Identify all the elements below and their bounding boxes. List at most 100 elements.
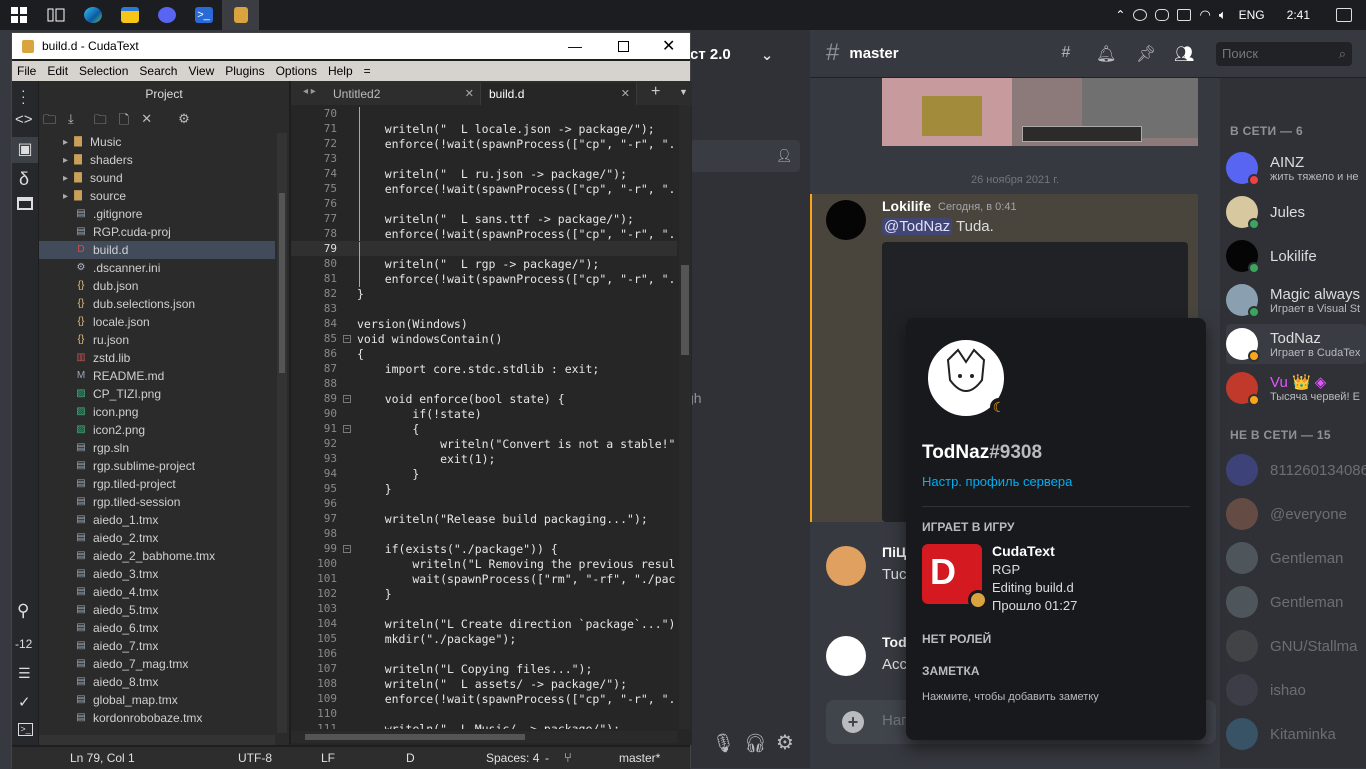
- embedded-game-screenshot[interactable]: [882, 78, 1198, 146]
- battery-icon[interactable]: [1177, 9, 1192, 21]
- editor-hscrollbar-thumb[interactable]: [305, 734, 525, 740]
- console-icon[interactable]: -12: [15, 637, 32, 651]
- expand-arrow-icon[interactable]: ▸: [63, 137, 68, 148]
- tree-file[interactable]: ▤ global_map.tmx: [39, 691, 275, 709]
- headphones-button[interactable]: 🎧︎: [744, 733, 767, 754]
- tree-file[interactable]: ▤ aiedo_6.tmx: [39, 619, 275, 637]
- tab-close-icon[interactable]: ✕: [621, 87, 630, 100]
- task-view-button[interactable]: [37, 0, 74, 30]
- discord-tray-icon[interactable]: [1155, 9, 1170, 21]
- tree-file[interactable]: ▨ icon2.png: [39, 421, 275, 439]
- download-icon[interactable]: ⤓: [68, 111, 74, 133]
- fold-toggle-icon[interactable]: −: [343, 425, 351, 433]
- editor-tab[interactable]: build.d ✕: [481, 83, 637, 105]
- new-folder-icon[interactable]: 🗀︎: [94, 111, 107, 133]
- tree-file[interactable]: ⚙ .dscanner.ini: [39, 259, 275, 277]
- status-lexer[interactable]: D: [406, 751, 415, 765]
- tree-folder[interactable]: ▸ ▇ source: [39, 187, 275, 205]
- terminal-icon[interactable]: >_: [18, 723, 33, 736]
- avatar[interactable]: [826, 546, 866, 586]
- tree-folder[interactable]: ▸ ▇ sound: [39, 169, 275, 187]
- tree-file[interactable]: ▤ aiedo_7_mag.tmx: [39, 655, 275, 673]
- add-member-icon[interactable]: 👤︎: [776, 148, 793, 164]
- tree-file[interactable]: {} locale.json: [39, 313, 275, 331]
- editor-vscrollbar[interactable]: [679, 105, 691, 729]
- open-folder-icon[interactable]: 🗀︎: [43, 111, 56, 133]
- new-file-icon[interactable]: 🗋︎: [119, 111, 129, 133]
- add-attachment-icon[interactable]: +: [842, 711, 864, 733]
- profile-avatar[interactable]: ☾: [922, 334, 1010, 422]
- title-bar[interactable]: build.d - CudaText — ✕: [12, 33, 690, 59]
- fold-toggle-icon[interactable]: −: [343, 335, 351, 343]
- status-encoding[interactable]: UTF-8: [238, 751, 272, 765]
- tree-file[interactable]: ▤ rgp.sublime-project: [39, 457, 275, 475]
- tree-file[interactable]: ▤ aiedo_8.tmx: [39, 673, 275, 691]
- tabs-icon[interactable]: [17, 197, 33, 210]
- tree-file[interactable]: ▤ rgp.tiled-session: [39, 493, 275, 511]
- tree-file[interactable]: Dbuild.d: [39, 241, 275, 259]
- status-spaces[interactable]: Spaces: 4: [486, 751, 539, 765]
- tree-file[interactable]: {} dub.json: [39, 277, 275, 295]
- avatar[interactable]: [826, 636, 866, 676]
- tree-file[interactable]: {} ru.json: [39, 331, 275, 349]
- menu-item[interactable]: =: [359, 61, 377, 81]
- menu-item[interactable]: Options: [271, 61, 323, 81]
- notification-icon[interactable]: [1336, 8, 1352, 22]
- fold-toggle-icon[interactable]: −: [343, 395, 351, 403]
- status-position[interactable]: Ln 79, Col 1: [70, 751, 135, 765]
- guild-header[interactable]: ст 2.0 ⌄: [690, 30, 810, 78]
- tree-file[interactable]: ▤ aiedo_2_babhome.tmx: [39, 547, 275, 565]
- mute-mic-button[interactable]: 🎙︎: [712, 733, 735, 754]
- editor-tab[interactable]: Untitled2 ✕: [325, 83, 481, 105]
- fold-toggle-icon[interactable]: −: [343, 545, 351, 553]
- cudatext-button[interactable]: [222, 0, 259, 30]
- tab-close-icon[interactable]: ✕: [465, 87, 474, 100]
- member-item[interactable]: GNU/Stallma: [1226, 626, 1366, 666]
- member-item[interactable]: Gentleman: [1226, 582, 1366, 622]
- remove-icon[interactable]: ✕: [141, 111, 152, 133]
- bell-icon[interactable]: 🔔︎: [1096, 44, 1116, 64]
- menu-item[interactable]: Edit: [42, 61, 74, 81]
- member-item[interactable]: Lokilife: [1226, 236, 1366, 276]
- status-branch[interactable]: master*: [619, 751, 660, 765]
- member-item[interactable]: Gentleman: [1226, 538, 1366, 578]
- tree-file[interactable]: ▤ rgp.sln: [39, 439, 275, 457]
- menu-item[interactable]: Selection: [74, 61, 134, 81]
- member-item[interactable]: TodNaz Играет в CudaTex: [1226, 324, 1366, 364]
- editor-scrollbar-thumb[interactable]: [681, 265, 689, 355]
- message-author[interactable]: Lokilife: [882, 198, 931, 214]
- tree-file[interactable]: ▤ aiedo_1.tmx: [39, 511, 275, 529]
- project-icon[interactable]: ▣: [12, 137, 38, 163]
- volume-icon[interactable]: 🔈︎: [1219, 7, 1227, 23]
- close-button[interactable]: ✕: [662, 36, 675, 56]
- editor-hscrollbar[interactable]: [291, 731, 677, 743]
- server-profile-link[interactable]: Настр. профиль сервера: [922, 474, 1072, 489]
- tree-scrollbar-thumb[interactable]: [279, 193, 285, 373]
- clock[interactable]: 2:41: [1287, 8, 1310, 22]
- menu-item[interactable]: Search: [134, 61, 183, 81]
- avatar[interactable]: [826, 200, 866, 240]
- code-tree-icon[interactable]: <>: [15, 111, 33, 128]
- tree-folder[interactable]: ▸ ▇ shaders: [39, 151, 275, 169]
- expand-arrow-icon[interactable]: ▸: [63, 191, 68, 202]
- member-item[interactable]: Magic always Играет в Visual St: [1226, 280, 1366, 320]
- language-indicator[interactable]: ENG: [1239, 8, 1265, 22]
- menu-item[interactable]: View: [183, 61, 220, 81]
- member-item[interactable]: Vu 👑 ◈ Тысяча червей! Е: [1226, 368, 1366, 408]
- note-input[interactable]: Нажмите, чтобы добавить заметку: [922, 691, 1099, 703]
- search-icon[interactable]: ⚲: [17, 601, 29, 621]
- menu-dots-icon[interactable]: · · ·: [21, 83, 26, 109]
- search-input[interactable]: Поиск ⌕: [1216, 42, 1352, 66]
- mention[interactable]: @TodNaz: [882, 218, 953, 235]
- minimize-button[interactable]: —: [568, 38, 582, 54]
- chevron-up-icon[interactable]: ⌃: [1115, 8, 1125, 22]
- expand-arrow-icon[interactable]: ▸: [63, 173, 68, 184]
- tree-hscrollbar[interactable]: [39, 735, 275, 745]
- tree-file[interactable]: ▥ zstd.lib: [39, 349, 275, 367]
- maximize-button[interactable]: [618, 40, 629, 52]
- delta-icon[interactable]: δ: [19, 169, 29, 190]
- explorer-button[interactable]: [111, 0, 148, 30]
- code-area[interactable]: 70 71 writeln(" L locale.json -> package/…: [291, 105, 677, 729]
- menu-item[interactable]: File: [12, 61, 42, 81]
- tree-file[interactable]: ▨ icon.png: [39, 403, 275, 421]
